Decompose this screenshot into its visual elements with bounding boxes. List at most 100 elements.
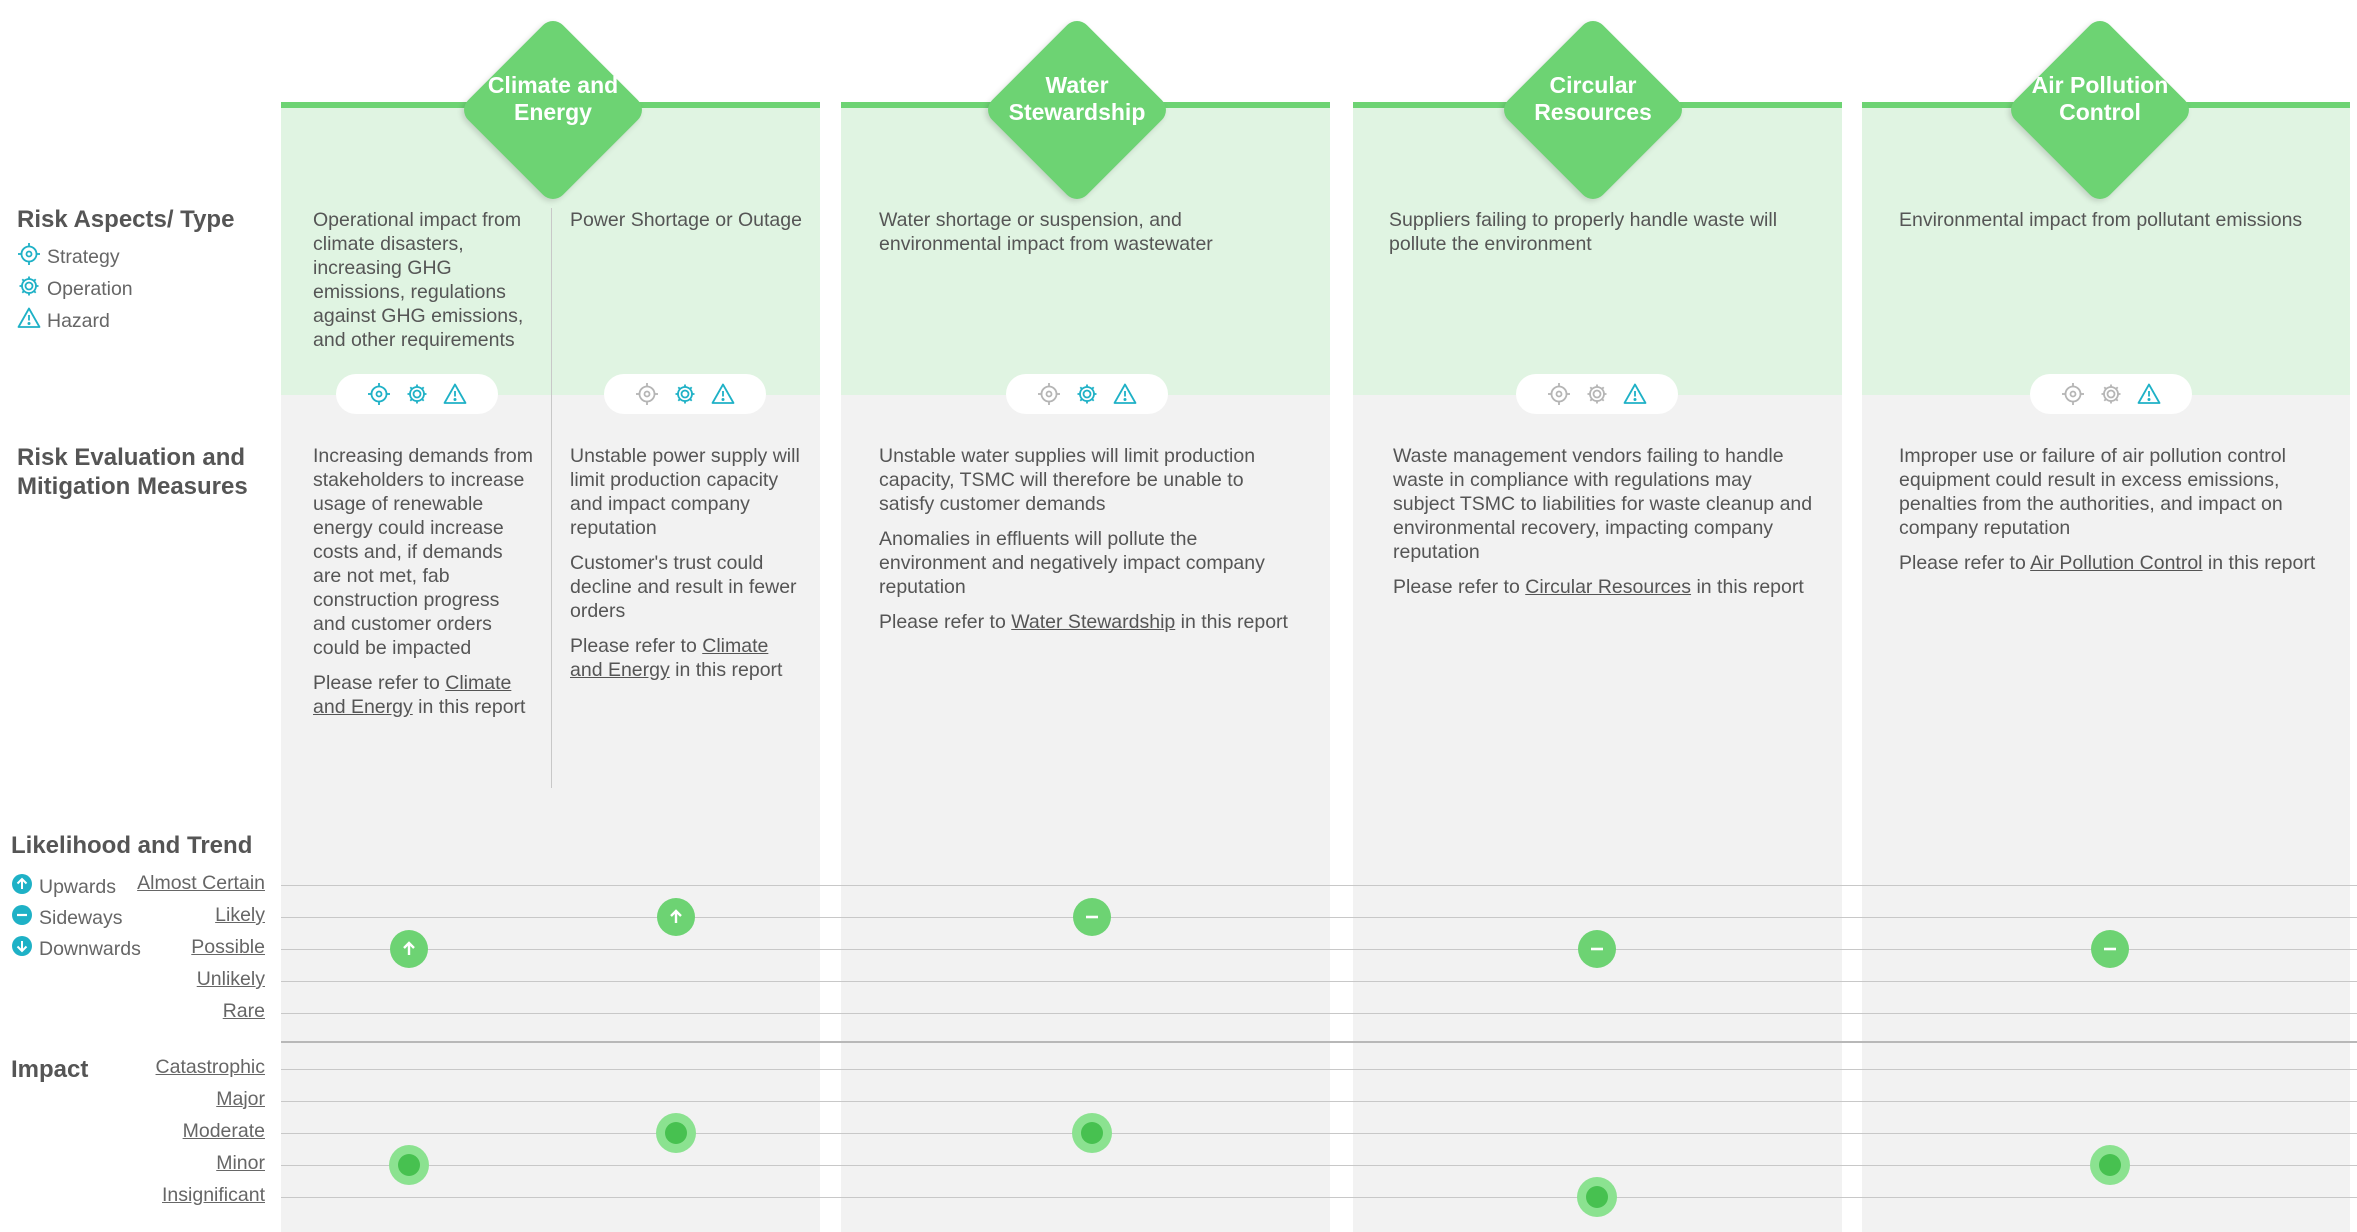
- impact-label-insignificant: Insignificant: [162, 1184, 265, 1206]
- gridline-possible: [281, 949, 2357, 950]
- impact-marker-core: [1081, 1122, 1103, 1144]
- strategy-target-icon: [17, 242, 41, 272]
- impact-marker: [389, 1145, 429, 1185]
- title-circular-resources: Circular Resources: [1495, 72, 1691, 126]
- type-pill-air: [2030, 374, 2192, 414]
- title-diamond-water-stewardship: Water Stewardship: [979, 12, 1175, 208]
- refer-suffix: in this report: [2202, 552, 2316, 574]
- refer-suffix: in this report: [1175, 611, 1288, 633]
- title-air-pollution: Air Pollution Control: [2002, 72, 2198, 126]
- evaluation-heading-line1: Risk Evaluation and: [17, 444, 246, 471]
- evaluation-air: Improper use or failure of air pollution…: [1899, 444, 2319, 586]
- likelihood-trend-marker: [1578, 930, 1616, 968]
- refer-prefix: Please refer to: [570, 635, 703, 657]
- impact-marker: [1577, 1177, 1617, 1217]
- legend-sideways: Sideways: [11, 904, 122, 932]
- legend-downwards: Downwards: [11, 935, 141, 963]
- refer-link-circular-resources[interactable]: Circular Resources: [1525, 576, 1691, 598]
- title-diamond-circular-resources: Circular Resources: [1495, 12, 1691, 208]
- refer-line: Please refer to Circular Resources in th…: [1393, 575, 1813, 599]
- gridline-moderate: [281, 1133, 2357, 1134]
- evaluation-paragraph: Customer's trust could decline and resul…: [570, 552, 797, 622]
- gridline-almost-certain: [281, 885, 2357, 886]
- type-pill-water: [1006, 374, 1168, 414]
- likelihood-trend-marker: [390, 930, 428, 968]
- legend-upwards-label: Upwards: [39, 875, 116, 898]
- gridline-unlikely: [281, 981, 2357, 982]
- evaluation-paragraph: Unstable water supplies will limit produ…: [879, 445, 1256, 515]
- likelihood-label-possible: Possible: [191, 936, 265, 958]
- climate-subcolumn-divider: [551, 208, 552, 788]
- impact-label-catastrophic: Catastrophic: [155, 1056, 265, 1078]
- title-diamond-climate-energy: Climate and Energy: [455, 12, 651, 208]
- evaluation-water: Unstable water supplies will limit produ…: [879, 444, 1299, 645]
- title-line1: Water: [1045, 72, 1109, 98]
- evaluation-paragraph: Improper use or failure of air pollution…: [1899, 445, 2286, 539]
- hazard-warning-icon: [443, 382, 467, 406]
- title-line1: Air Pollution: [2031, 72, 2169, 98]
- refer-line: Please refer to Climate and Energy in th…: [570, 634, 800, 682]
- refer-line: Please refer to Water Stewardship in thi…: [879, 610, 1299, 634]
- evaluation-power-shortage: Unstable power supply will limit product…: [570, 444, 800, 693]
- strategy-target-icon: [367, 382, 391, 406]
- operation-gear-icon: [2099, 382, 2123, 406]
- legend-upwards: Upwards: [11, 873, 116, 901]
- legend-operation-label: Operation: [47, 277, 133, 300]
- title-line2: Control: [2059, 99, 2141, 125]
- aspect-air: Environmental impact from pollutant emis…: [1899, 209, 2303, 231]
- refer-link-water-stewardship[interactable]: Water Stewardship: [1011, 611, 1175, 633]
- column-water-stewardship: [841, 102, 1330, 1232]
- gridline-insignificant: [281, 1197, 2357, 1198]
- refer-prefix: Please refer to: [313, 672, 446, 694]
- likelihood-trend-marker: [2091, 930, 2129, 968]
- legend-operation: Operation: [17, 274, 133, 304]
- operation-gear-icon: [405, 382, 429, 406]
- impact-label-major: Major: [216, 1088, 265, 1110]
- evaluation-climate-operational: Increasing demands from stakeholders to …: [313, 444, 535, 730]
- likelihood-trend-marker: [657, 898, 695, 936]
- gridline-minor: [281, 1165, 2357, 1166]
- minus-icon: [1082, 907, 1102, 927]
- strategy-target-icon: [635, 382, 659, 406]
- impact-marker: [1072, 1113, 1112, 1153]
- evaluation-heading-line2: Mitigation Measures: [17, 473, 248, 500]
- title-water-stewardship: Water Stewardship: [979, 72, 1175, 126]
- aspect-circular: Suppliers failing to properly handle was…: [1389, 209, 1778, 255]
- arrow-down-icon: [11, 935, 33, 963]
- refer-link-air-pollution-control[interactable]: Air Pollution Control: [2030, 552, 2202, 574]
- gridline-likely: [281, 917, 2357, 918]
- evaluation-heading: Risk Evaluation and Mitigation Measures: [17, 443, 248, 501]
- refer-suffix: in this report: [412, 696, 526, 718]
- likelihood-label-almost-certain: Almost Certain: [137, 872, 265, 894]
- impact-heading: Impact: [11, 1056, 89, 1083]
- legend-strategy: Strategy: [17, 242, 120, 272]
- legend-hazard-label: Hazard: [47, 309, 110, 332]
- column-circular-resources: [1353, 102, 1842, 1232]
- arrow-up-icon: [11, 873, 33, 901]
- gridline-major: [281, 1101, 2357, 1102]
- refer-suffix: in this report: [1691, 576, 1804, 598]
- title-line2: Energy: [514, 99, 592, 125]
- likelihood-impact-separator: [281, 1041, 2357, 1043]
- refer-line: Please refer to Air Pollution Control in…: [1899, 551, 2319, 575]
- minus-icon: [2100, 939, 2120, 959]
- likelihood-label-unlikely: Unlikely: [196, 968, 265, 990]
- refer-line: Please refer to Climate and Energy in th…: [313, 671, 535, 719]
- impact-marker: [2090, 1145, 2130, 1185]
- impact-marker-core: [665, 1122, 687, 1144]
- strategy-target-icon: [1037, 382, 1061, 406]
- aspect-power-shortage: Power Shortage or Outage: [570, 209, 802, 231]
- risk-aspects-heading: Risk Aspects/ Type: [17, 206, 235, 233]
- legend-hazard: Hazard: [17, 306, 110, 336]
- title-line2: Stewardship: [1008, 99, 1146, 125]
- title-diamond-air-pollution: Air Pollution Control: [2002, 12, 2198, 208]
- refer-suffix: in this report: [669, 659, 783, 681]
- hazard-warning-icon: [17, 306, 41, 336]
- refer-prefix: Please refer to: [879, 611, 1012, 633]
- evaluation-paragraph: Increasing demands from stakeholders to …: [313, 445, 534, 659]
- hazard-warning-icon: [1113, 382, 1137, 406]
- legend-sideways-label: Sideways: [39, 906, 123, 929]
- legend-strategy-label: Strategy: [47, 245, 120, 268]
- likelihood-heading: Likelihood and Trend: [11, 832, 253, 859]
- impact-label-moderate: Moderate: [182, 1120, 265, 1142]
